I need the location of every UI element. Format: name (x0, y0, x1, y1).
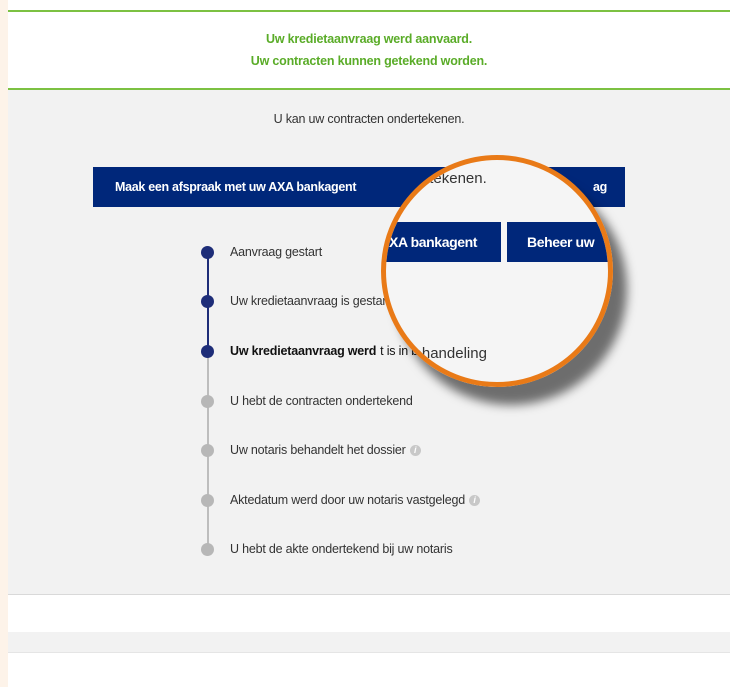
banner-line-1: Uw kredietaanvraag werd aanvaard. (266, 32, 472, 46)
page-subtitle: U kan uw contracten ondertekenen. (273, 112, 465, 126)
footer-strip (8, 632, 730, 653)
banner-line-2: Uw contracten kunnen getekend worden. (250, 54, 488, 68)
step-label: Aanvraag gestart (230, 245, 322, 259)
step-todo-dot (201, 443, 214, 457)
timeline-step: Aktedatum werd door uw notaris vastgeleg… (201, 493, 480, 507)
timeline-step: U hebt de akte ondertekend bij uw notari… (201, 542, 453, 556)
timeline-step: Uw kredietaanvraag is gestart (201, 294, 390, 308)
magnified-text: en ondertekenen. (381, 170, 487, 187)
step-label: Uw kredietaanvraag werd (230, 344, 377, 358)
step-done-dot (201, 294, 214, 308)
info-icon[interactable]: i (469, 494, 480, 506)
timeline-step: Aanvraag gestart (201, 245, 322, 259)
info-icon[interactable]: i (409, 444, 421, 456)
timeline-step: Uw notaris behandelt het dossier i (201, 443, 421, 457)
magnifier-lens: en ondertekenen. XA bankagent Beheer uw … (381, 155, 613, 387)
step-todo-dot (201, 493, 214, 507)
magnified-text: t is in behandeling (386, 345, 487, 362)
magnified-appointment-button[interactable]: XA bankagent (386, 222, 501, 262)
step-label: Uw kredietaanvraag is gestart (230, 294, 390, 308)
step-todo-dot (201, 394, 214, 408)
status-banner: Uw kredietaanvraag werd aanvaard. Uw con… (8, 10, 730, 90)
step-label: U hebt de contracten ondertekend (230, 394, 413, 408)
magnifier: en ondertekenen. XA bankagent Beheer uw … (381, 155, 613, 387)
step-label: Aktedatum werd door uw notaris vastgeleg… (230, 493, 465, 507)
appointment-button-label: Maak een afspraak met uw AXA bankagent (115, 180, 357, 194)
step-todo-dot (201, 542, 214, 556)
page: Uw kredietaanvraag werd aanvaard. Uw con… (8, 0, 730, 687)
magnified-manage-button[interactable]: Beheer uw (507, 222, 608, 262)
step-label: Uw notaris behandelt het dossier (230, 443, 406, 457)
timeline-step: U hebt de contracten ondertekend (201, 394, 413, 408)
status-panel (8, 90, 730, 595)
manage-button-label[interactable]: ag (593, 180, 607, 194)
step-done-dot (201, 245, 214, 259)
step-current-dot (201, 344, 214, 358)
step-label: U hebt de akte ondertekend bij uw notari… (230, 542, 453, 556)
